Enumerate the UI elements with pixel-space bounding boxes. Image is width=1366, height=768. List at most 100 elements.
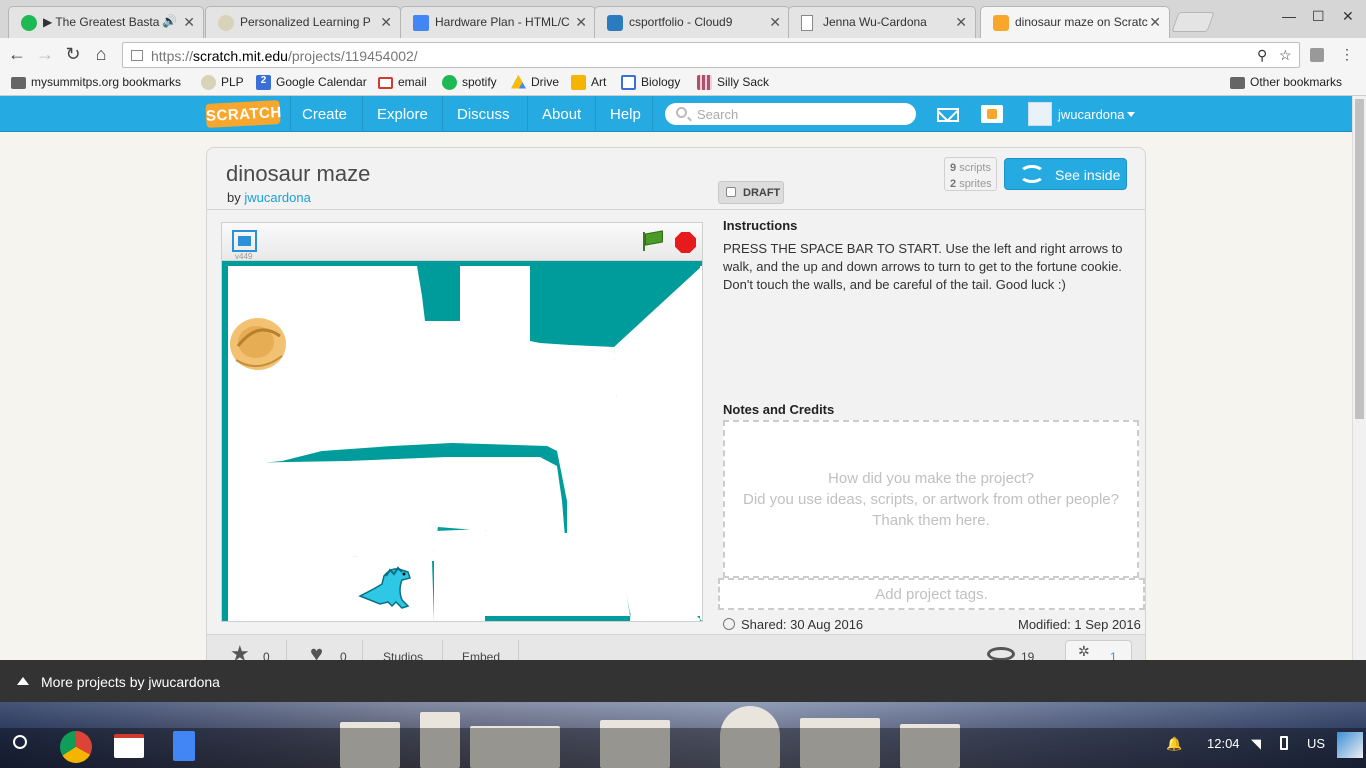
close-icon[interactable]: ✕ <box>575 14 587 31</box>
search-box[interactable] <box>665 103 916 125</box>
bookmark-label: PLP <box>221 75 244 89</box>
chrome-icon[interactable] <box>60 731 92 763</box>
avatar[interactable] <box>1028 102 1052 126</box>
user-avatar[interactable] <box>1337 732 1363 758</box>
more-projects-bar[interactable]: More projects by jwucardona <box>0 660 1366 702</box>
bookmark-google-calendar[interactable]: 2 Google Calendar <box>256 75 367 90</box>
stage[interactable] <box>222 261 702 621</box>
gmail-icon[interactable] <box>114 734 144 758</box>
close-icon[interactable]: ✕ <box>380 14 392 31</box>
tab-spotify[interactable]: ▶ The Greatest Basta 🔊 ✕ <box>8 6 204 38</box>
chevron-down-icon[interactable] <box>1127 112 1135 117</box>
bookmark-star-icon[interactable]: ☆ <box>1279 47 1292 64</box>
tab-personalized-learning[interactable]: Personalized Learning P ✕ <box>205 6 401 38</box>
biology-icon <box>621 75 636 90</box>
tab-strip: ▶ The Greatest Basta 🔊 ✕ Personalized Le… <box>0 0 1366 38</box>
author-link[interactable]: jwucardona <box>244 190 311 205</box>
draft-label: DRAFT <box>743 187 781 199</box>
scratch-logo[interactable]: SCRATCH <box>205 100 282 128</box>
stop-icon[interactable] <box>675 232 696 253</box>
plp-icon <box>201 75 216 90</box>
address-bar[interactable]: https://scratch.mit.edu/projects/1194540… <box>122 42 1300 68</box>
launcher-search-icon[interactable] <box>13 735 27 749</box>
window-close-icon[interactable]: ✕ <box>1342 8 1354 25</box>
silly-sack-icon <box>697 75 712 90</box>
bookmark-drive[interactable]: Drive <box>511 75 559 89</box>
page-info-icon[interactable] <box>131 50 143 61</box>
nav-help[interactable]: Help <box>610 106 641 123</box>
clock[interactable]: 12:04 <box>1207 736 1240 751</box>
tags-field[interactable]: Add project tags. <box>718 578 1145 610</box>
more-projects-label: More projects by jwucardona <box>41 674 220 690</box>
search-input[interactable] <box>697 107 897 122</box>
remix-arrows-icon <box>1019 165 1045 183</box>
username[interactable]: jwucardona <box>1058 107 1125 122</box>
bookmark-plp[interactable]: PLP <box>201 75 244 90</box>
reload-icon[interactable]: ↻ <box>62 44 84 65</box>
tab-title: Hardware Plan - HTML/C <box>435 15 570 29</box>
google-docs-icon <box>413 15 429 31</box>
bookmark-label: Other bookmarks <box>1250 75 1343 89</box>
draft-checkbox[interactable] <box>726 187 736 197</box>
google-docs-icon[interactable] <box>173 731 195 761</box>
bookmark-art[interactable]: Art <box>571 75 606 90</box>
close-icon[interactable]: ✕ <box>183 14 195 31</box>
art-icon <box>571 75 586 90</box>
close-icon[interactable]: ✕ <box>1149 14 1161 31</box>
by-label: by <box>227 190 241 205</box>
notification-bell-icon[interactable]: 🔔 <box>1166 736 1182 752</box>
bookmark-spotify[interactable]: spotify <box>442 75 497 90</box>
remix-tree-button[interactable]: ✲ 1 <box>1065 640 1132 664</box>
gmail-icon <box>378 77 393 89</box>
draft-toggle[interactable]: DRAFT <box>718 181 784 204</box>
sprites-count: 2 <box>950 178 957 190</box>
battery-icon[interactable] <box>1280 736 1288 750</box>
close-icon[interactable]: ✕ <box>769 14 781 31</box>
close-icon[interactable]: ✕ <box>955 14 967 31</box>
tab-jenna-wu-cardona[interactable]: Jenna Wu-Cardona ✕ <box>788 6 976 38</box>
spotify-icon <box>21 15 37 31</box>
messages-icon[interactable] <box>937 108 959 122</box>
menu-icon[interactable]: ⋮ <box>1340 46 1354 63</box>
instructions-text: PRESS THE SPACE BAR TO START. Use the le… <box>723 241 1123 292</box>
nav-divider <box>527 96 528 132</box>
bookmark-label: mysummitps.org bookmarks <box>31 75 182 89</box>
minimize-icon[interactable]: — <box>1282 8 1296 24</box>
page-scrollbar[interactable] <box>1352 96 1366 660</box>
wifi-icon[interactable]: ◥ <box>1251 736 1261 752</box>
my-stuff-icon[interactable] <box>981 105 1003 123</box>
forward-icon[interactable]: → <box>34 44 56 65</box>
tab-hardware-plan[interactable]: Hardware Plan - HTML/C ✕ <box>400 6 596 38</box>
tab-dinosaur-maze[interactable]: dinosaur maze on Scratc ✕ <box>980 6 1170 38</box>
extension-icon[interactable] <box>1310 48 1324 62</box>
keyboard-layout[interactable]: US <box>1307 736 1325 751</box>
notes-field[interactable]: How did you make the project? Did you us… <box>723 420 1139 578</box>
project-title: dinosaur maze <box>226 161 371 186</box>
maximize-icon[interactable]: ☐ <box>1312 8 1325 25</box>
new-tab-button[interactable] <box>1171 12 1215 32</box>
bookmark-silly-sack[interactable]: Silly Sack <box>697 75 769 90</box>
home-icon[interactable]: ⌂ <box>90 44 112 65</box>
back-icon[interactable]: ← <box>6 44 28 65</box>
page-icon <box>801 15 813 31</box>
plp-icon <box>218 15 234 31</box>
nav-create[interactable]: Create <box>302 106 347 123</box>
scrollbar-thumb[interactable] <box>1355 99 1364 419</box>
other-bookmarks[interactable]: Other bookmarks <box>1230 75 1342 89</box>
project-counts: 9 scripts 2 sprites <box>944 157 997 191</box>
nav-explore[interactable]: Explore <box>377 106 428 123</box>
tab-title: Jenna Wu-Cardona <box>823 15 927 29</box>
views-icon <box>987 647 1015 661</box>
key-icon[interactable]: ⚲ <box>1257 47 1267 64</box>
fortune-cookie <box>230 318 286 370</box>
bookmark-mysummitps[interactable]: mysummitps.org bookmarks <box>11 75 181 89</box>
bookmark-biology[interactable]: Biology <box>621 75 680 90</box>
bookmark-email[interactable]: email <box>378 75 427 89</box>
bookmark-label: email <box>398 75 427 89</box>
nav-about[interactable]: About <box>542 106 581 123</box>
folder-icon <box>11 77 26 89</box>
see-inside-button[interactable]: See inside <box>1004 158 1127 190</box>
tab-cloud9[interactable]: csportfolio - Cloud9 ✕ <box>594 6 790 38</box>
fullscreen-icon[interactable] <box>232 230 257 252</box>
nav-discuss[interactable]: Discuss <box>457 106 510 123</box>
